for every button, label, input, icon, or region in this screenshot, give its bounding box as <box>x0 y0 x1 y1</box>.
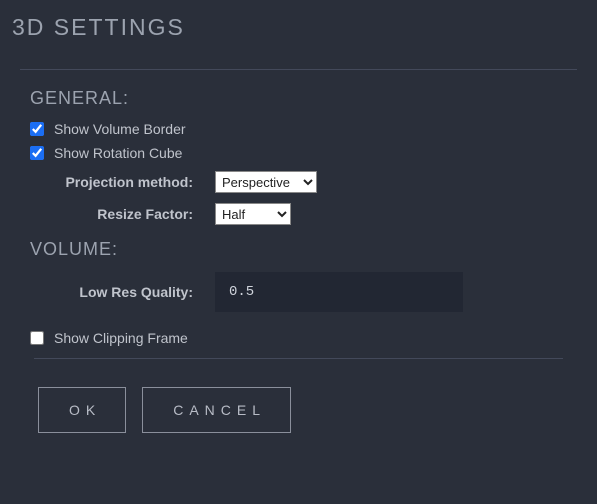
label-show-clipping-frame: Show Clipping Frame <box>54 330 188 346</box>
divider-top <box>20 69 577 70</box>
section-volume-heading: VOLUME: <box>30 239 567 260</box>
checkbox-show-volume-border[interactable] <box>30 122 44 136</box>
cancel-button[interactable]: CANCEL <box>142 387 291 433</box>
label-resize-factor: Resize Factor: <box>30 206 215 222</box>
row-show-clipping-frame: Show Clipping Frame <box>30 330 567 346</box>
row-show-volume-border: Show Volume Border <box>30 121 567 137</box>
checkbox-show-clipping-frame[interactable] <box>30 331 44 345</box>
ok-button[interactable]: OK <box>38 387 126 433</box>
label-low-res-quality: Low Res Quality: <box>30 284 215 300</box>
row-show-rotation-cube: Show Rotation Cube <box>30 145 567 161</box>
select-resize-factor[interactable]: FullHalfQuarter <box>215 203 291 225</box>
label-projection-method: Projection method: <box>30 174 215 190</box>
row-resize-factor: Resize Factor: FullHalfQuarter <box>30 203 567 225</box>
settings-panel: 3D SETTINGS GENERAL: Show Volume Border … <box>0 0 597 453</box>
row-projection-method: Projection method: PerspectiveOrthograph… <box>30 171 567 193</box>
divider-bottom <box>34 358 563 359</box>
label-show-rotation-cube: Show Rotation Cube <box>54 145 182 161</box>
input-low-res-quality[interactable] <box>215 272 463 312</box>
row-low-res-quality: Low Res Quality: <box>30 272 567 312</box>
content: GENERAL: Show Volume Border Show Rotatio… <box>12 88 585 359</box>
checkbox-show-rotation-cube[interactable] <box>30 146 44 160</box>
page-title: 3D SETTINGS <box>12 14 585 41</box>
select-projection-method[interactable]: PerspectiveOrthographic <box>215 171 317 193</box>
label-show-volume-border: Show Volume Border <box>54 121 186 137</box>
section-general-heading: GENERAL: <box>30 88 567 109</box>
button-bar: OK CANCEL <box>12 387 585 433</box>
